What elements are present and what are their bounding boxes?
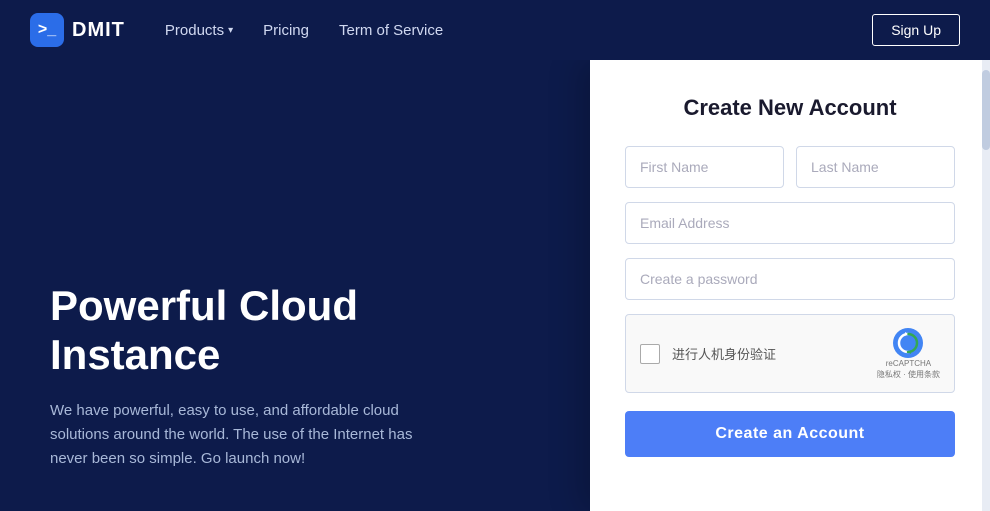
registration-form-panel: Create New Account 进行人机身份验证 <box>590 60 990 511</box>
main-content: // Generate dot grid for(let row=0;row<2… <box>0 60 990 511</box>
nav-pricing[interactable]: Pricing <box>263 22 309 39</box>
decorative-mountain: // Generate dot grid for(let row=0;row<2… <box>160 70 420 260</box>
scrollbar[interactable] <box>982 60 990 511</box>
scrollbar-thumb[interactable] <box>982 70 990 150</box>
captcha-label: 进行人机身份验证 <box>672 344 776 363</box>
hero-description: We have powerful, easy to use, and affor… <box>50 399 430 471</box>
nav-links: Products ▾ Pricing Term of Service <box>165 22 872 39</box>
recaptcha-brand: reCAPTCHA <box>886 359 931 369</box>
logo-icon: >_ <box>30 13 64 47</box>
logo-text: DMIT <box>72 19 125 42</box>
recaptcha-logo-icon <box>892 327 924 359</box>
logo[interactable]: >_ DMIT <box>30 13 125 47</box>
first-name-input[interactable] <box>625 146 784 188</box>
recaptcha-links: 隐私权 · 使用条款 <box>877 369 940 380</box>
hero-section: // Generate dot grid for(let row=0;row<2… <box>0 60 590 511</box>
hero-title: Powerful Cloud Instance <box>50 282 430 379</box>
captcha-checkbox[interactable] <box>640 344 660 364</box>
email-input[interactable] <box>625 202 955 244</box>
signup-button[interactable]: Sign Up <box>872 14 960 46</box>
captcha-box[interactable]: 进行人机身份验证 reCAPTCHA 隐私权 · 使用条款 <box>625 314 955 393</box>
password-group <box>625 258 955 300</box>
captcha-left: 进行人机身份验证 <box>640 344 776 364</box>
create-account-button[interactable]: Create an Account <box>625 411 955 457</box>
chevron-down-icon: ▾ <box>228 25 233 36</box>
navbar: >_ DMIT Products ▾ Pricing Term of Servi… <box>0 0 990 60</box>
nav-tos[interactable]: Term of Service <box>339 22 443 39</box>
email-group <box>625 202 955 244</box>
form-title: Create New Account <box>625 95 955 121</box>
nav-products[interactable]: Products ▾ <box>165 22 233 39</box>
password-input[interactable] <box>625 258 955 300</box>
captcha-right: reCAPTCHA 隐私权 · 使用条款 <box>877 327 940 380</box>
last-name-input[interactable] <box>796 146 955 188</box>
name-row <box>625 146 955 188</box>
